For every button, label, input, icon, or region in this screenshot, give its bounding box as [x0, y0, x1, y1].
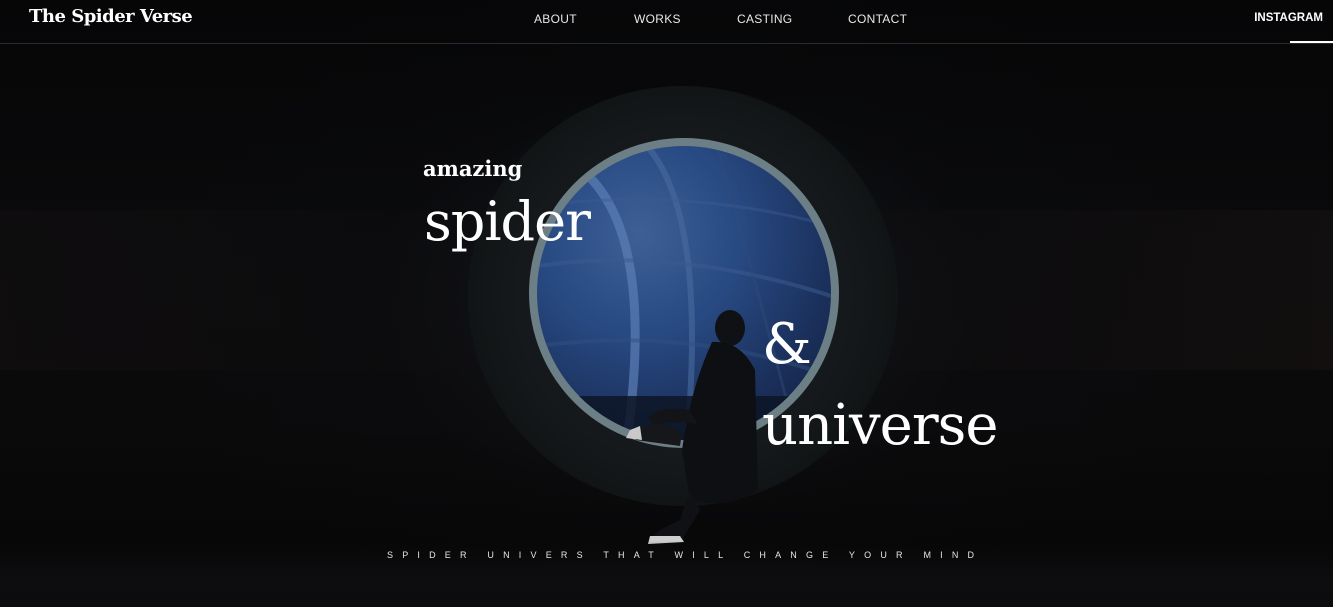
nav-contact[interactable]: CONTACT: [848, 12, 907, 26]
hero-word-amazing: amazing: [423, 156, 523, 181]
nav-about[interactable]: ABOUT: [534, 12, 577, 26]
top-navigation-bar: The Spider Verse ABOUT WORKS CASTING CON…: [0, 0, 1333, 44]
instagram-link[interactable]: INSTAGRAM: [1254, 12, 1323, 24]
sitting-person-silhouette: [626, 310, 758, 544]
hero-ampersand: &: [762, 312, 812, 377]
nav-casting[interactable]: CASTING: [737, 12, 792, 26]
hero-word-universe: universe: [762, 393, 998, 458]
nav-works[interactable]: WORKS: [634, 12, 681, 26]
instagram-underline: [1290, 41, 1333, 43]
site-logo[interactable]: The Spider Verse: [29, 6, 193, 27]
hero-tagline: SPIDER UNIVERS THAT WILL CHANGE YOUR MIN…: [387, 550, 984, 560]
hero-word-spider: spider: [424, 190, 591, 253]
